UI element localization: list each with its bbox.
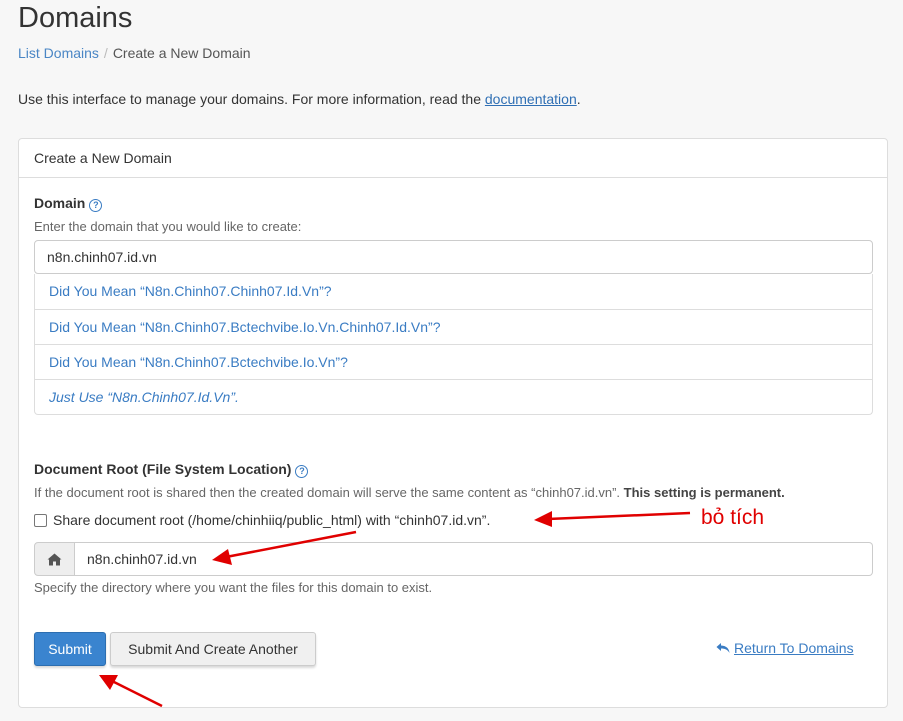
return-to-domains-link[interactable]: Return To Domains	[716, 640, 854, 656]
return-to-domains-label: Return To Domains	[734, 640, 854, 656]
docroot-hint: If the document root is shared then the …	[34, 485, 785, 500]
question-circle-icon[interactable]: ?	[295, 465, 309, 478]
breadcrumb-separator: /	[103, 45, 108, 61]
domain-label: Domain?	[34, 195, 103, 212]
question-circle-icon[interactable]: ?	[89, 199, 103, 212]
breadcrumb: List Domains / Create a New Domain	[18, 45, 251, 61]
create-domain-panel: Create a New Domain Domain? Enter the do…	[18, 138, 888, 708]
suggestion-item[interactable]: Did You Mean “N8n.Chinh07.Chinh07.Id.Vn”…	[35, 274, 872, 309]
docroot-input-group	[34, 542, 873, 576]
documentation-link[interactable]: documentation	[485, 91, 577, 107]
intro-text-body: Use this interface to manage your domain…	[18, 91, 485, 107]
reply-arrow-icon	[716, 643, 730, 653]
docroot-permanent-note: This setting is permanent.	[623, 485, 785, 500]
share-docroot-label[interactable]: Share document root (/home/chinhiiq/publ…	[53, 512, 490, 528]
panel-heading: Create a New Domain	[19, 139, 887, 178]
suggestion-just-use[interactable]: Just Use “N8n.Chinh07.Id.Vn”.	[35, 379, 872, 414]
annotation-text: bỏ tích	[701, 506, 765, 529]
domain-hint: Enter the domain that you would like to …	[34, 219, 302, 234]
intro-text-end: .	[576, 91, 581, 107]
intro-text: Use this interface to manage your domain…	[18, 91, 581, 107]
page-title: Domains	[18, 2, 133, 34]
suggestion-item[interactable]: Did You Mean “N8n.Chinh07.Bctechvibe.Io.…	[35, 344, 872, 379]
submit-create-another-button[interactable]: Submit And Create Another	[110, 632, 316, 666]
docroot-label: Document Root (File System Location)?	[34, 461, 309, 478]
submit-button[interactable]: Submit	[34, 632, 106, 666]
domain-suggestions: Did You Mean “N8n.Chinh07.Chinh07.Id.Vn”…	[34, 274, 873, 415]
share-docroot-checkbox[interactable]	[34, 513, 47, 527]
docroot-label-text: Document Root (File System Location)	[34, 461, 292, 477]
suggestion-item[interactable]: Did You Mean “N8n.Chinh07.Bctechvibe.Io.…	[35, 309, 872, 344]
breadcrumb-list-domains[interactable]: List Domains	[18, 45, 99, 61]
docroot-input[interactable]	[75, 542, 873, 576]
breadcrumb-current: Create a New Domain	[112, 45, 251, 61]
home-icon	[47, 553, 62, 565]
domain-input[interactable]	[34, 240, 873, 274]
home-addon	[34, 542, 75, 576]
docroot-hint-text: If the document root is shared then the …	[34, 485, 624, 500]
docroot-help: Specify the directory where you want the…	[34, 580, 433, 595]
share-docroot-row: Share document root (/home/chinhiiq/publ…	[34, 512, 490, 528]
domain-label-text: Domain	[34, 195, 86, 211]
